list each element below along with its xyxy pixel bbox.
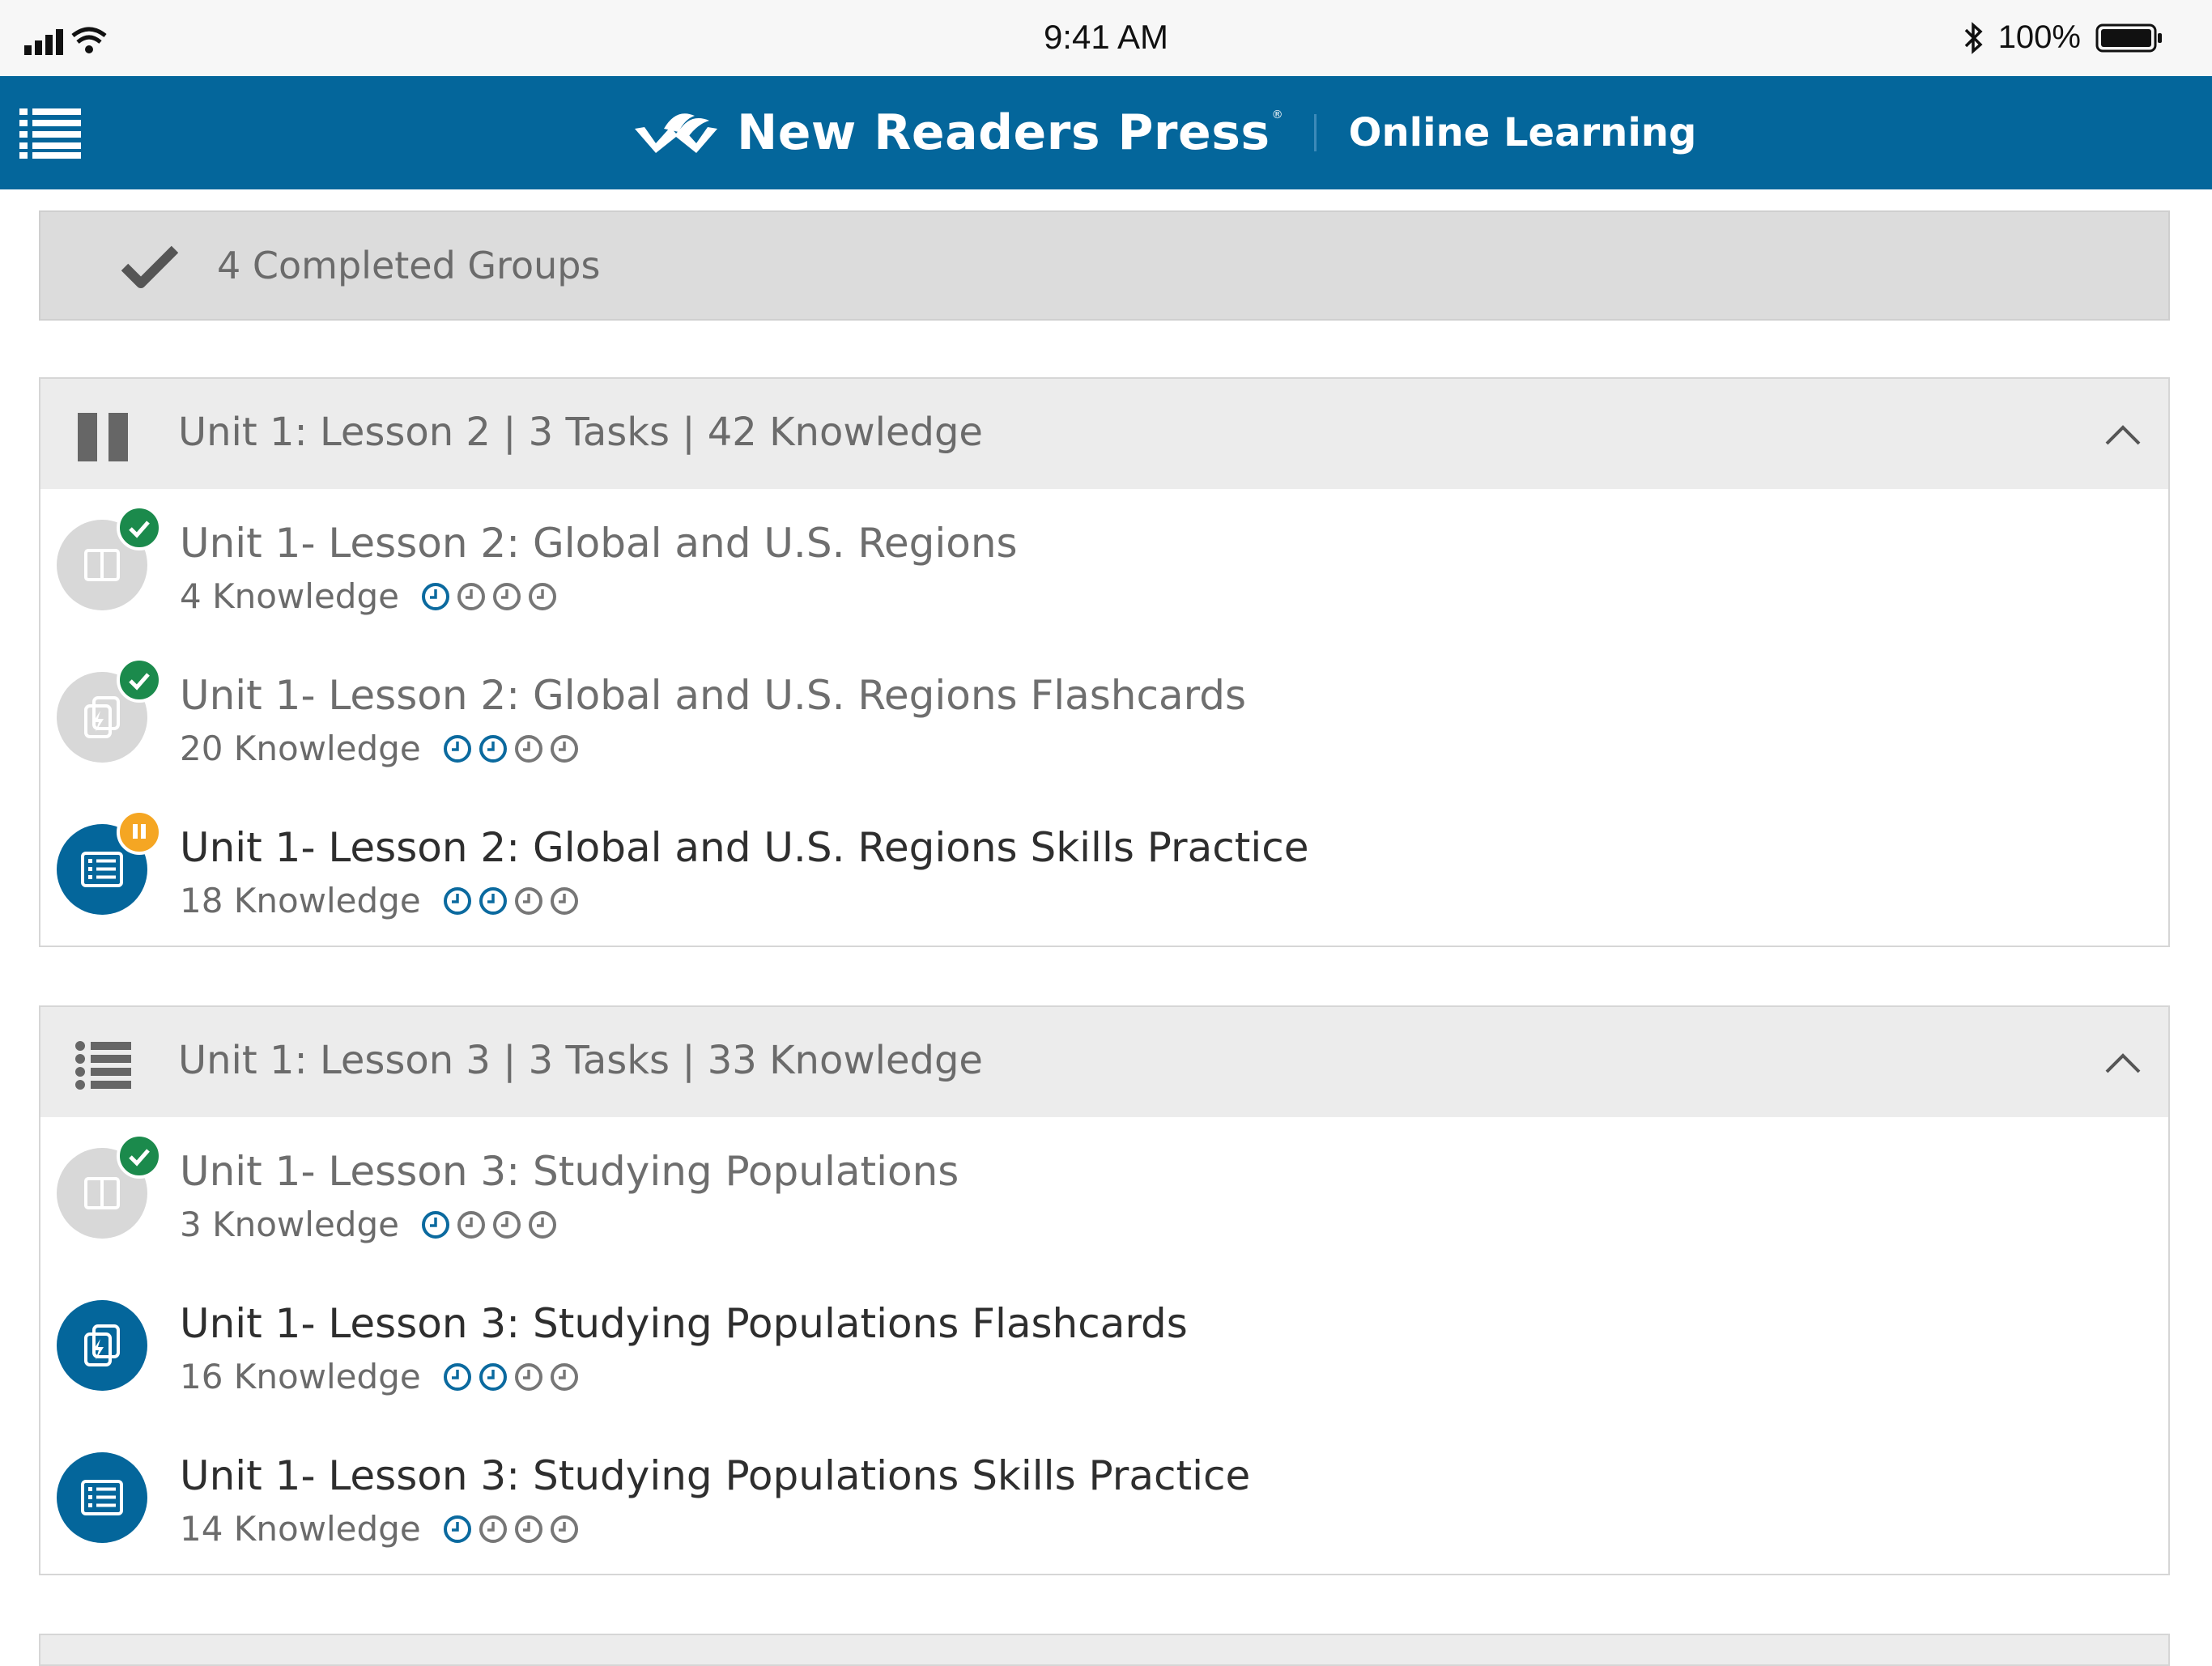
progress-clock-icon [550, 886, 578, 915]
progress-clock-icon [479, 734, 507, 763]
flashcards-icon [57, 1300, 147, 1391]
task-title[interactable]: Unit 1- Lesson 3: Studying Populations S… [180, 1452, 1250, 1499]
task-row[interactable]: Unit 1- Lesson 3: Studying Populations 3 … [40, 1117, 2168, 1269]
task-row[interactable]: Unit 1- Lesson 3: Studying Populations F… [40, 1269, 2168, 1422]
status-bar: 9:41 AM 100% [0, 0, 2212, 76]
completed-check-badge-icon [117, 1133, 162, 1179]
progress-clock-icon [514, 1362, 542, 1391]
knowledge-count: 18 Knowledge [180, 881, 421, 920]
task-meta: 4 Knowledge [180, 576, 563, 616]
app-header: New Readers Press ® Online Learning [0, 76, 2212, 189]
task-meta: 18 Knowledge [180, 881, 585, 920]
book-logo-icon [635, 113, 717, 153]
progress-clock-icon [550, 734, 578, 763]
task-meta: 16 Knowledge [180, 1357, 585, 1396]
progress-clock-icon [479, 1515, 507, 1543]
progress-clock-icon [550, 1515, 578, 1543]
task-row[interactable]: Unit 1- Lesson 2: Global and U.S. Region… [40, 641, 2168, 793]
lesson-group: Unit 1: Lesson 2 | 3 Tasks | 42 Knowledg… [39, 377, 2170, 947]
chevron-up-icon[interactable] [2104, 416, 2142, 455]
progress-clock-icon [514, 734, 542, 763]
brand[interactable]: New Readers Press ® Online Learning [632, 100, 1696, 165]
progress-clock-icon [528, 582, 556, 610]
progress-clock-icon [443, 1515, 471, 1543]
group-title: Unit 1: Lesson 2 | 3 Tasks | 42 Knowledg… [178, 410, 983, 455]
menu-icon[interactable] [19, 107, 81, 159]
completed-check-badge-icon [117, 657, 162, 703]
knowledge-count: 20 Knowledge [180, 729, 421, 768]
knowledge-count: 14 Knowledge [180, 1509, 421, 1549]
group-header[interactable]: Unit 1: Lesson 3 | 3 Tasks | 33 Knowledg… [40, 1007, 2168, 1117]
progress-clock-icon [443, 886, 471, 915]
task-title[interactable]: Unit 1- Lesson 3: Studying Populations [180, 1148, 959, 1195]
knowledge-count: 3 Knowledge [180, 1205, 399, 1244]
clock: 9:41 AM [1043, 18, 1169, 56]
task-row[interactable]: Unit 1- Lesson 2: Global and U.S. Region… [40, 793, 2168, 946]
bluetooth-icon [1964, 21, 1983, 54]
progress-clock-icon [492, 582, 521, 610]
battery-icon [2095, 23, 2162, 52]
task-row[interactable]: Unit 1- Lesson 2: Global and U.S. Region… [40, 489, 2168, 641]
knowledge-count: 16 Knowledge [180, 1357, 421, 1396]
progress-clock-icon [421, 1210, 449, 1239]
progress-clock-icon [514, 886, 542, 915]
knowledge-count: 4 Knowledge [180, 576, 399, 616]
progress-clock-icon [443, 734, 471, 763]
completed-groups-label: 4 Completed Groups [217, 244, 601, 287]
progress-clock-icon [528, 1210, 556, 1239]
completed-check-badge-icon [117, 505, 162, 550]
group-header[interactable]: Unit 1: Lesson 2 | 3 Tasks | 42 Knowledg… [40, 379, 2168, 489]
checkmark-icon [121, 245, 178, 288]
progress-clock-icon [457, 582, 485, 610]
task-meta: 20 Knowledge [180, 729, 585, 768]
task-row[interactable]: Unit 1- Lesson 3: Studying Populations S… [40, 1422, 2168, 1574]
progress-clock-icon [479, 1362, 507, 1391]
task-title[interactable]: Unit 1- Lesson 2: Global and U.S. Region… [180, 520, 1018, 567]
task-title[interactable]: Unit 1- Lesson 3: Studying Populations F… [180, 1300, 1188, 1347]
list-icon [75, 1041, 131, 1090]
progress-clock-icon [479, 886, 507, 915]
brand-divider [1313, 114, 1317, 151]
brand-name: New Readers Press [737, 104, 1270, 161]
task-meta: 14 Knowledge [180, 1509, 585, 1549]
task-title[interactable]: Unit 1- Lesson 2: Global and U.S. Region… [180, 824, 1308, 871]
pause-icon [78, 413, 128, 461]
progress-clock-icon [421, 582, 449, 610]
completed-groups-bar[interactable]: 4 Completed Groups [39, 210, 2170, 321]
group-title: Unit 1: Lesson 3 | 3 Tasks | 33 Knowledg… [178, 1038, 983, 1083]
chevron-up-icon[interactable] [2104, 1044, 2142, 1083]
task-meta: 3 Knowledge [180, 1205, 563, 1244]
next-group-header[interactable] [39, 1634, 2170, 1666]
progress-clock-icon [457, 1210, 485, 1239]
progress-clock-icon [550, 1362, 578, 1391]
progress-clock-icon [492, 1210, 521, 1239]
task-title[interactable]: Unit 1- Lesson 2: Global and U.S. Region… [180, 672, 1246, 719]
battery-percent: 100% [1997, 19, 2081, 55]
registered-mark: ® [1271, 108, 1283, 121]
brand-subtitle: Online Learning [1348, 110, 1697, 155]
progress-clock-icon [443, 1362, 471, 1391]
paused-badge-icon [117, 810, 162, 855]
lesson-group: Unit 1: Lesson 3 | 3 Tasks | 33 Knowledg… [39, 1005, 2170, 1575]
practice-list-icon [57, 1452, 147, 1543]
progress-clock-icon [514, 1515, 542, 1543]
